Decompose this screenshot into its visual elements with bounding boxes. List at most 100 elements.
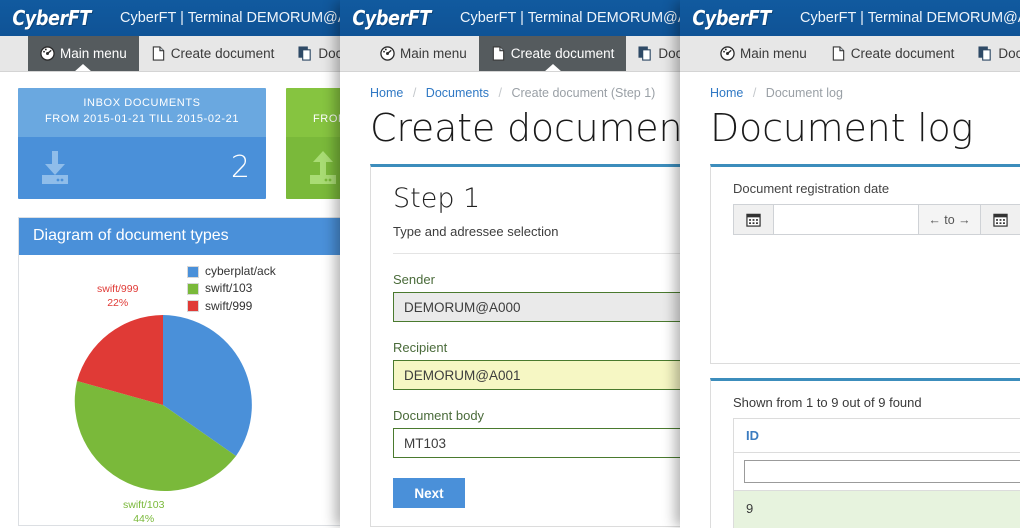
breadcrumb-documents[interactable]: Documents [426,86,489,100]
upload-icon [302,149,340,187]
tab-main-menu-2[interactable]: Main menu [368,36,479,71]
browser-window-create-document: CyberFT CyberFT | Terminal DEMORUM@A000 … [340,0,680,528]
breadcrumb-home-3[interactable]: Home [710,86,743,100]
breadcrumb-document-log: Home / Document log [680,72,1020,100]
file-icon [831,46,846,61]
column-header-id[interactable]: ID [734,419,1020,453]
legend-swatch-swift-103 [187,283,199,295]
tile-inbox-header: Inbox documents from 2015-01-21 till 201… [18,88,266,137]
filter-spacer [733,235,1020,345]
tab-create-document-2[interactable]: Create document [479,36,627,71]
legend-label-1: swift/103 [205,280,252,297]
recipient-input[interactable]: DEMORUM@A001 [393,360,680,390]
breadcrumb-create-document: Home / Documents / Create document (Step… [340,72,680,100]
step-subtitle: Type and adressee selection [393,224,680,254]
tab-create-document-label: Create document [171,46,275,61]
documents-icon [638,46,653,61]
tab-documents-3[interactable]: Documents [966,36,1020,71]
main-tabbar: Main menu Create document Documents [0,36,340,72]
tile-inbox-body: 2 [18,137,266,199]
table-row[interactable]: 9 swift/999 [734,491,1020,528]
legend-item-1: swift/103 [187,280,276,297]
legend-label-0: cyberplat/ack [205,263,276,280]
field-recipient: Recipient DEMORUM@A001 [393,340,680,390]
tile-outbox-body: 5 [286,137,340,199]
page-title-create-document: Create document [340,100,680,150]
tab-create-document-3[interactable]: Create document [819,36,967,71]
main-tabbar-2: Main menu Create document Documents [340,36,680,72]
calendar-icon-from[interactable] [733,204,773,235]
legend-item-0: cyberplat/ack [187,263,276,280]
field-recipient-label: Recipient [393,340,680,355]
tab-main-menu-3[interactable]: Main menu [708,36,819,71]
tab-main-menu-label: Main menu [60,46,127,61]
pie-label-swift-999: swift/999 22% [97,282,138,310]
calendar-icon-to[interactable] [980,204,1020,235]
filter-input-id[interactable] [744,460,1020,483]
tab-create-document-label-2: Create document [511,46,615,61]
download-icon [34,149,76,187]
tab-documents-label-2: Documents [658,46,680,61]
breadcrumb-sep-3: / [753,86,756,100]
dashboard-icon [40,46,55,61]
next-button[interactable]: Next [393,478,465,508]
tab-create-document[interactable]: Create document [139,36,287,71]
field-document-body-label: Document body [393,408,680,423]
results-count: Shown from 1 to 9 out of 9 found [733,389,1020,418]
sender-input[interactable]: DEMORUM@A000 [393,292,680,322]
terminal-title-2: CyberFT | Terminal DEMORUM@A000 [460,10,680,26]
pie-label-swift-103-name: swift/103 [123,498,164,512]
terminal-title: CyberFT | Terminal DEMORUM@A000 [120,10,340,26]
breadcrumb-home[interactable]: Home [370,86,403,100]
pie-label-swift-999-percent: 22% [97,296,138,310]
table-header-row: ID Type [734,419,1020,453]
pie-label-swift-103-percent: 44% [123,512,164,526]
documents-icon [298,46,313,61]
filter-cell-id [734,453,1020,491]
tile-outbox-range: from 2015-01-21 till 2015-02-21 [296,112,340,128]
tab-create-document-label-3: Create document [851,46,955,61]
window3-viewport: CyberFT CyberFT | Terminal DEMORUM@A000 … [680,0,1020,528]
breadcrumb-sep-1: / [413,86,416,100]
desktop-stage: CyberFT CyberFT | Terminal DEMORUM@A000 … [0,0,1020,528]
tab-main-menu[interactable]: Main menu [28,36,139,71]
document-log-table: ID Type [733,418,1020,528]
legend-label-2: swift/999 [205,298,252,315]
tile-inbox-documents[interactable]: Inbox documents from 2015-01-21 till 201… [18,88,266,199]
table-filter-row [734,453,1020,491]
file-icon [491,46,506,61]
tab-documents-label: Documents [318,46,340,61]
tab-documents-2[interactable]: Documents [626,36,680,71]
tab-documents-label-3: Documents [998,46,1020,61]
document-log-filter-body: Document registration date ← to → [711,167,1020,363]
step-title: Step 1 [393,183,680,214]
field-document-body: Document body MT103 [393,408,680,458]
dashboard-tiles: Inbox documents from 2015-01-21 till 201… [0,72,340,199]
cyberft-logo-2: CyberFT [340,6,437,30]
cyberft-logo-3: CyberFT [680,6,777,30]
app-header-3: CyberFT CyberFT | Terminal DEMORUM@A000 [680,0,1020,36]
create-document-panel: Step 1 Type and adressee selection Sende… [370,164,680,527]
field-sender: Sender DEMORUM@A000 [393,272,680,322]
pie-label-swift-999-name: swift/999 [97,282,138,296]
browser-window-main-menu: CyberFT CyberFT | Terminal DEMORUM@A000 … [0,0,340,528]
tab-documents[interactable]: Documents [286,36,340,71]
dashboard-icon [380,46,395,61]
window1-viewport: CyberFT CyberFT | Terminal DEMORUM@A000 … [0,0,340,528]
tile-inbox-range: from 2015-01-21 till 2015-02-21 [28,112,256,128]
app-header: CyberFT CyberFT | Terminal DEMORUM@A000 [0,0,340,36]
file-icon [151,46,166,61]
date-from-input[interactable] [773,204,918,235]
tile-inbox-count: 2 [231,150,250,185]
pie-label-swift-103: swift/103 44% [123,498,164,526]
main-tabbar-3: Main menu Create document Documents [680,36,1020,72]
tile-outbox-header: Outbox documents from 2015-01-21 till 20… [286,88,340,137]
document-log-filter-panel: Document registration date ← to → [710,164,1020,364]
breadcrumb-sep-2: / [499,86,502,100]
document-log-table-body: Shown from 1 to 9 out of 9 found ID Type [711,381,1020,528]
tile-outbox-documents[interactable]: Outbox documents from 2015-01-21 till 20… [286,88,340,199]
chart-card-title: Diagram of document types [19,218,340,255]
breadcrumb-current-3: Document log [766,86,843,100]
document-body-input[interactable]: MT103 [393,428,680,458]
create-document-form: Step 1 Type and adressee selection Sende… [371,167,680,526]
